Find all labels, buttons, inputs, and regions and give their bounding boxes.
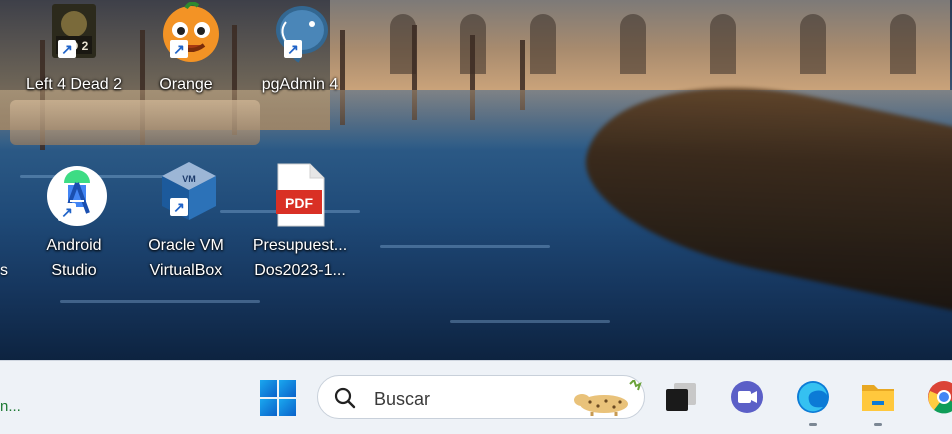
desktop-icon-label: Oracle VM VirtualBox	[148, 237, 224, 279]
task-view-icon	[666, 383, 696, 411]
desktop-icon-android-studio[interactable]: ↗ Android Studio	[20, 165, 128, 285]
search-highlight-leopard-icon	[574, 380, 642, 416]
pdf-file-icon: PDF	[272, 162, 328, 227]
start-button[interactable]	[259, 379, 297, 417]
taskbar-search-box[interactable]	[317, 375, 645, 419]
file-explorer-running-indicator	[874, 423, 882, 426]
edge-button[interactable]	[793, 377, 833, 417]
file-explorer-icon	[862, 385, 894, 411]
shortcut-arrow-icon: ↗	[170, 40, 188, 58]
partially-visible-icon-label: s	[0, 262, 8, 279]
file-explorer-button[interactable]	[858, 377, 898, 417]
wallpaper-building-right	[330, 0, 950, 90]
pgadmin-elephant-icon: ↗	[272, 2, 328, 63]
desktop-icon-label: Presupuest... Dos2023-1...	[252, 237, 348, 279]
desktop-icon-label: pgAdmin 4	[261, 76, 339, 93]
desktop-icon-orange[interactable]: ↗ Orange	[132, 1, 240, 122]
android-studio-icon: ↗	[46, 165, 107, 226]
edge-running-indicator	[809, 423, 817, 426]
shortcut-arrow-icon: ↗	[58, 40, 76, 58]
desktop-icon-label: Android Studio	[46, 237, 102, 279]
desktop-icon-label: Orange	[159, 76, 213, 93]
edge-icon	[797, 381, 829, 413]
search-icon	[334, 387, 356, 409]
teams-chat-icon	[731, 381, 763, 413]
chrome-button[interactable]	[924, 377, 952, 417]
desktop-icon-pgadmin[interactable]: ↗ pgAdmin 4	[246, 2, 354, 122]
shortcut-arrow-icon: ↗	[284, 40, 302, 58]
desktop-icon-pdf-file[interactable]: PDF Presupuest... Dos2023-1...	[246, 162, 354, 282]
search-input[interactable]	[372, 386, 556, 412]
orange-icon: ↗	[158, 1, 219, 62]
desktop-icon-virtualbox[interactable]: VM ↗ Oracle VM VirtualBox	[132, 160, 240, 280]
svg-text:VM: VM	[182, 174, 196, 184]
shortcut-arrow-icon: ↗	[58, 203, 76, 221]
desktop-icon-left4dead2[interactable]: 4 D 2 ↗ Left 4 Dead 2	[20, 2, 128, 122]
chrome-icon	[928, 381, 952, 414]
left4dead2-icon: 4 D 2 ↗	[46, 2, 102, 58]
desktop-icon-label: Left 4 Dead 2	[25, 76, 123, 93]
pdf-badge: PDF	[285, 195, 313, 211]
virtualbox-icon: VM ↗	[158, 160, 216, 220]
task-view-button[interactable]	[662, 377, 702, 417]
widgets-text[interactable]: n...	[0, 398, 21, 415]
shortcut-arrow-icon: ↗	[170, 198, 188, 216]
teams-chat-button[interactable]	[727, 377, 767, 417]
